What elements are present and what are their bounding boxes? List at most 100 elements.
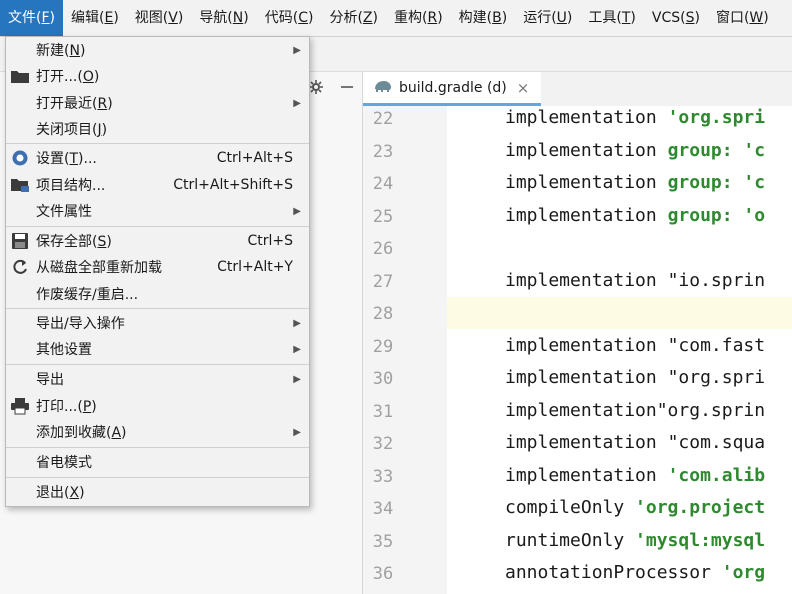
line-number: 35 xyxy=(372,531,394,552)
file-menu-item-12[interactable]: 导出 ▶ xyxy=(6,366,309,392)
shortcut-label: Ctrl+Alt+Y xyxy=(217,259,293,275)
shortcut-label: Ctrl+S xyxy=(247,233,293,249)
menu-item-3[interactable]: 导航(N) xyxy=(191,0,256,36)
gear-icon[interactable] xyxy=(308,80,323,98)
menu-bar: 文件(F) 编辑(E) 视图(V) 导航(N) 代码(C) 分析(Z) 重构(R) 构建(B)… xyxy=(0,0,792,37)
file-menu-item-label: 项目结构... xyxy=(36,178,106,194)
menu-item-8[interactable]: 运行(U) xyxy=(515,0,580,36)
file-menu-item-label: 保存全部(S) xyxy=(36,234,112,250)
line-number: 30 xyxy=(372,369,394,389)
gear-icon xyxy=(10,149,30,167)
menu-item-2[interactable]: 视图(V) xyxy=(127,0,192,36)
line-number: 34 xyxy=(372,499,394,519)
file-menu-item-10[interactable]: 导出/导入操作 ▶ xyxy=(6,310,309,336)
file-menu-item-1[interactable]: 打开...(O) xyxy=(6,63,309,89)
code-line: runtimeOnly 'mysql:mysql xyxy=(505,529,766,551)
line-number: 25 xyxy=(372,206,394,227)
file-menu-item-15[interactable]: 省电模式 xyxy=(6,449,309,475)
code-line: compileOnly 'org.project xyxy=(505,497,766,518)
shortcut-label: Ctrl+Alt+Shift+S xyxy=(173,177,293,193)
code-line: implementation group: 'c xyxy=(505,139,766,161)
file-menu-item-label: 设置(T)... xyxy=(36,151,97,167)
print-icon xyxy=(10,397,30,415)
file-menu-item-16[interactable]: 退出(X) xyxy=(6,479,309,505)
menu-item-5[interactable]: 分析(Z) xyxy=(321,0,386,36)
submenu-arrow-icon: ▶ xyxy=(293,317,301,329)
file-menu-item-label: 导出/导入操作 xyxy=(36,316,125,332)
line-number: 22 xyxy=(372,109,394,129)
shortcut-label: Ctrl+Alt+S xyxy=(216,150,293,166)
menu-item-9[interactable]: 工具(T) xyxy=(580,0,644,36)
submenu-arrow-icon: ▶ xyxy=(293,44,301,56)
line-number: 27 xyxy=(372,271,394,292)
file-menu-item-label: 添加到收藏(A) xyxy=(36,425,127,441)
menu-item-7[interactable]: 构建(B) xyxy=(451,0,516,36)
file-menu-item-14[interactable]: 添加到收藏(A) ▶ xyxy=(6,419,309,445)
file-menu-item-label: 从磁盘全部重新加载 xyxy=(36,260,162,276)
menu-separator xyxy=(6,447,309,448)
line-number: 36 xyxy=(372,564,394,584)
line-number: 32 xyxy=(372,434,394,454)
tab-build-gradle[interactable]: build.gradle (d) × xyxy=(363,72,541,106)
line-number: 29 xyxy=(372,336,394,357)
file-menu-item-4[interactable]: 设置(T)... Ctrl+Alt+S xyxy=(6,145,309,171)
code-line: implementation "com.fast xyxy=(505,334,766,356)
file-menu-item-label: 关闭项目(J) xyxy=(36,122,108,138)
file-menu-item-5[interactable]: 项目结构... Ctrl+Alt+Shift+S xyxy=(6,172,309,198)
file-menu-item-6[interactable]: 文件属性 ▶ xyxy=(6,198,309,224)
code-line: implementation 'com.alib xyxy=(505,464,766,486)
menu-separator xyxy=(6,364,309,365)
file-menu-item-3[interactable]: 关闭项目(J) xyxy=(6,116,309,142)
line-number: 28 xyxy=(372,304,394,324)
folder-icon xyxy=(10,67,30,85)
code-line: implementation"org.sprin xyxy=(505,399,766,421)
file-menu-item-8[interactable]: 从磁盘全部重新加载 Ctrl+Alt+Y xyxy=(6,254,309,280)
menu-separator xyxy=(6,308,309,309)
line-number: 31 xyxy=(372,401,394,422)
editor-tab-bar: build.gradle (d) × xyxy=(363,72,792,107)
minimize-icon[interactable] xyxy=(340,80,354,98)
code-line: implementation "org.spri xyxy=(505,367,766,388)
tab-close-icon[interactable]: × xyxy=(517,79,530,97)
file-menu-item-label: 新建(N) xyxy=(36,43,86,59)
menu-item-11[interactable]: 窗口(W) xyxy=(708,0,777,36)
file-menu-item-label: 打开最近(R) xyxy=(36,96,113,112)
line-number: 24 xyxy=(372,174,394,194)
code-line: annotationProcessor 'org xyxy=(505,562,766,583)
line-number: 23 xyxy=(372,141,394,162)
menu-separator xyxy=(6,226,309,227)
file-menu-item-0[interactable]: 新建(N) ▶ xyxy=(6,37,309,63)
file-menu-item-label: 省电模式 xyxy=(36,455,92,471)
line-number: 33 xyxy=(372,466,394,487)
line-number: 26 xyxy=(372,239,394,259)
file-menu-item-13[interactable]: 打印...(P) xyxy=(6,393,309,419)
current-line-highlight xyxy=(447,297,792,329)
submenu-arrow-icon: ▶ xyxy=(293,97,301,109)
gradle-elephant-icon xyxy=(373,79,393,97)
menu-separator xyxy=(6,143,309,144)
project-structure-icon xyxy=(10,176,30,194)
reload-icon xyxy=(10,258,30,276)
file-menu-item-11[interactable]: 其他设置 ▶ xyxy=(6,336,309,362)
file-menu-item-label: 作废缓存/重启... xyxy=(36,287,139,303)
code-line: implementation group: 'c xyxy=(505,172,766,193)
menu-item-0[interactable]: 文件(F) xyxy=(0,0,63,36)
menu-item-4[interactable]: 代码(C) xyxy=(257,0,322,36)
code-line: implementation "com.squa xyxy=(505,432,766,453)
menu-separator xyxy=(6,477,309,478)
file-menu-item-2[interactable]: 打开最近(R) ▶ xyxy=(6,90,309,116)
code-line: implementation 'org.spri xyxy=(505,107,766,128)
submenu-arrow-icon: ▶ xyxy=(293,426,301,438)
menu-item-6[interactable]: 重构(R) xyxy=(386,0,451,36)
file-menu-item-7[interactable]: 保存全部(S) Ctrl+S xyxy=(6,228,309,254)
menu-item-1[interactable]: 编辑(E) xyxy=(63,0,127,36)
menu-item-10[interactable]: VCS(S) xyxy=(644,0,708,36)
file-menu-item-label: 其他设置 xyxy=(36,342,92,358)
code-line: implementation "io.sprin xyxy=(505,269,766,291)
file-menu-dropdown: 新建(N) ▶ 打开...(O) 打开最近(R) ▶ 关闭项目(J) 设置(T)... Ctr… xyxy=(5,36,310,507)
file-menu-item-label: 打开...(O) xyxy=(36,69,100,85)
code-line: implementation group: 'o xyxy=(505,204,766,226)
submenu-arrow-icon: ▶ xyxy=(293,343,301,355)
file-menu-item-label: 文件属性 xyxy=(36,204,92,220)
file-menu-item-9[interactable]: 作废缓存/重启... xyxy=(6,281,309,307)
